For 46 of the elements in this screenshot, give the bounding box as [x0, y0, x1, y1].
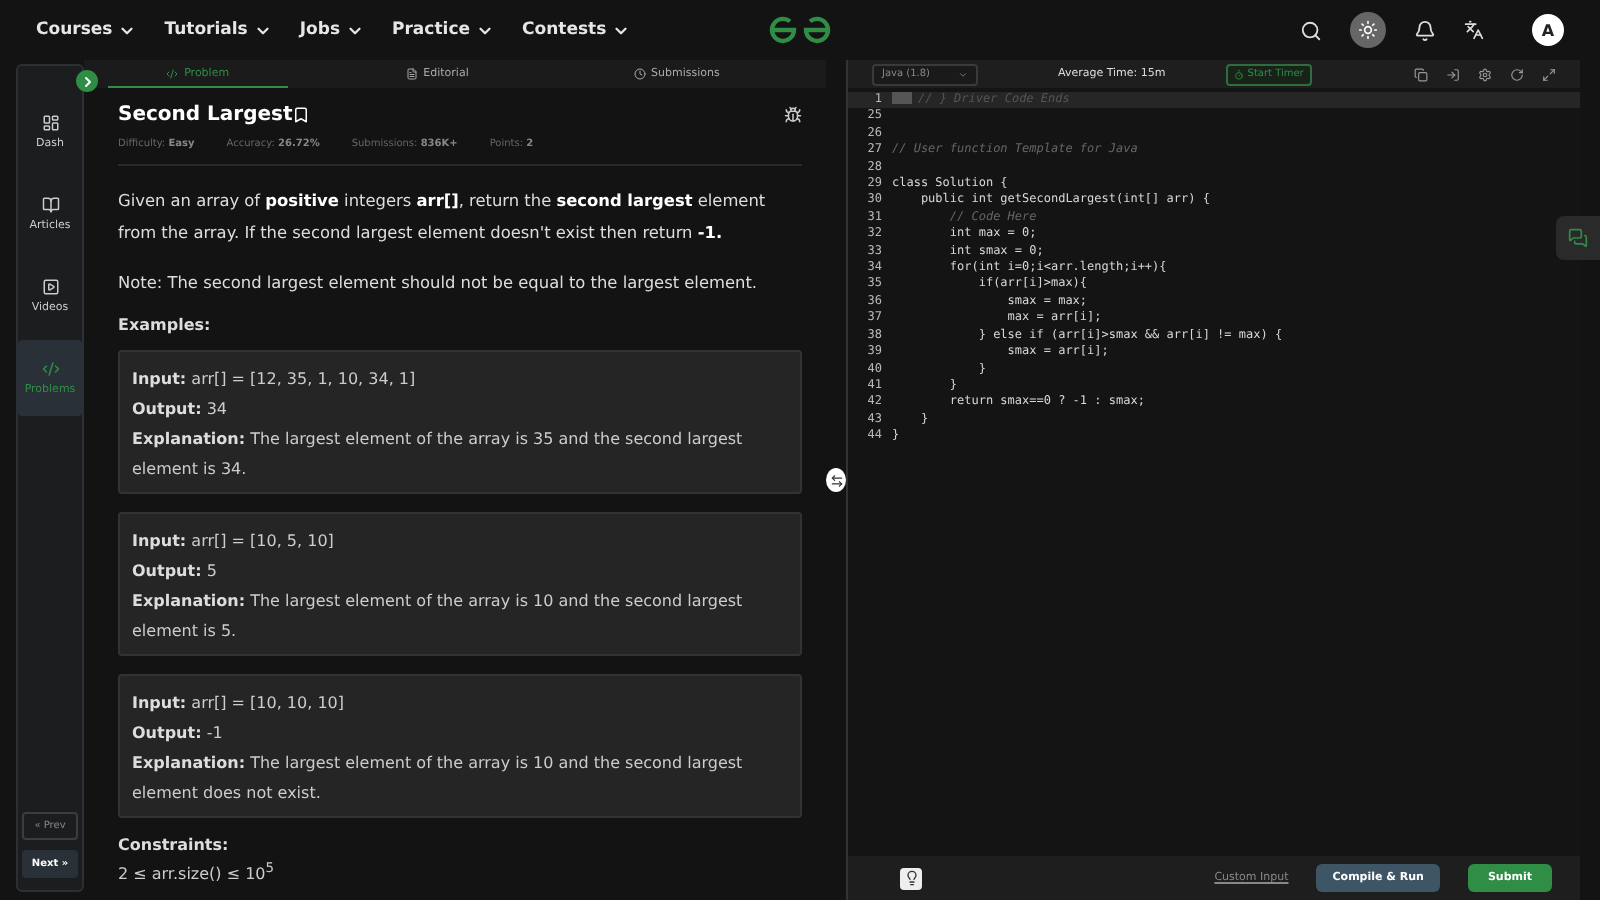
- theme-toggle-icon[interactable]: [1350, 12, 1386, 48]
- problem-title: Second Largest: [118, 104, 293, 126]
- constraint-text: 2 ≤ arr.size() ≤ 10$^{5}$: [118, 860, 276, 884]
- input-statement: Input: arr[] = [10, 10, 10]: [132, 692, 346, 716]
- nav-menu[interactable]: Tutorials: [164, 20, 272, 40]
- bug-icon[interactable]: [784, 106, 802, 124]
- bell-icon[interactable]: [1414, 19, 1436, 41]
- code-icon: [41, 360, 59, 378]
- search-icon[interactable]: [1300, 19, 1322, 41]
- copy-icon[interactable]: [1414, 67, 1428, 81]
- output-statement: Output: 34: [132, 398, 229, 422]
- explanation-text: Explanation: The largest element of the array is 35 and the second largest element is 34.: [132, 428, 745, 482]
- problem-description: Given an array of positive integers arr[], return the second largest element from the array. If the second largest element doesn't exist then return -1.: [118, 188, 768, 246]
- bookmark-icon[interactable]: [292, 106, 311, 124]
- logo-icon[interactable]: [768, 16, 832, 44]
- translate-icon[interactable]: [1464, 20, 1484, 40]
- import-icon[interactable]: [1446, 67, 1460, 81]
- resize-handle[interactable]: [826, 468, 846, 492]
- video-icon: [41, 278, 59, 296]
- user-avatar[interactable]: A: [1532, 14, 1564, 46]
- explanation-text: Explanation: The largest element of the array is 10 and the second largest element is 5.: [132, 590, 745, 644]
- document-icon: [405, 67, 418, 79]
- book-icon: [41, 196, 59, 214]
- clock-icon: [633, 67, 645, 79]
- explanation-text: Explanation: The largest element of the array is 10 and the second largest element does not exist.: [132, 752, 745, 806]
- fold-marker-icon[interactable]: [892, 92, 912, 104]
- chevron-down-icon: [958, 69, 968, 79]
- nav-menu[interactable]: Jobs: [299, 20, 365, 40]
- reset-icon[interactable]: [1510, 67, 1524, 81]
- nav-menu[interactable]: Courses: [36, 20, 137, 40]
- fullscreen-icon[interactable]: [1542, 67, 1556, 81]
- output-statement: Output: 5: [132, 560, 219, 584]
- lightbulb-icon[interactable]: [900, 867, 922, 889]
- dashboard-icon: [41, 114, 59, 132]
- nav-menu[interactable]: Contests: [522, 20, 631, 40]
- examples-heading: Examples:: [118, 316, 213, 334]
- output-statement: Output: -1: [132, 722, 225, 746]
- note-text: Note: The second largest element should not be equal to the largest element.: [118, 270, 760, 296]
- code-icon: [166, 67, 179, 79]
- nav-menu[interactable]: Practice: [392, 20, 494, 40]
- constraints-heading: Constraints:: [118, 836, 231, 854]
- input-statement: Input: arr[] = [12, 35, 1, 10, 34, 1]: [132, 368, 418, 392]
- chat-icon[interactable]: [1556, 216, 1600, 260]
- input-statement: Input: arr[] = [10, 5, 10]: [132, 530, 336, 554]
- timer-icon: [1233, 69, 1244, 79]
- settings-icon[interactable]: [1478, 67, 1492, 81]
